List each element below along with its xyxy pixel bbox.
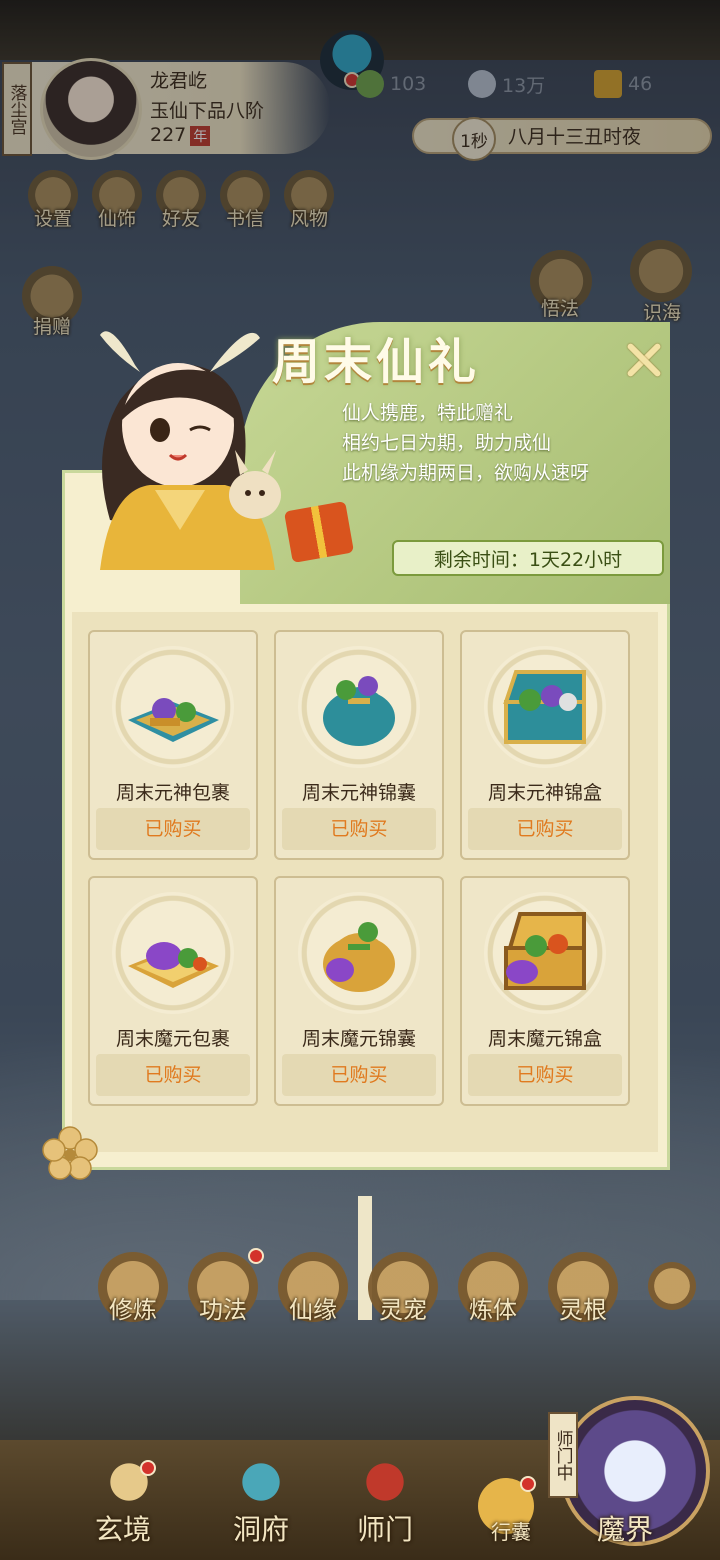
cave-dwelling-icon xyxy=(226,1452,296,1512)
popup-desc-line-2: 相约七日为期，助力成仙 xyxy=(342,432,552,454)
notification-dot xyxy=(520,1476,536,1492)
purchased-button[interactable]: 已购买 xyxy=(96,1054,250,1096)
purchased-button[interactable]: 已购买 xyxy=(96,808,250,850)
gift-card[interactable]: 周末元神锦囊 已购买 xyxy=(274,630,444,860)
body-refining-label: 炼体 xyxy=(469,1296,517,1324)
sect-icon xyxy=(350,1452,420,1512)
remaining-time-badge: 剩余时间： 1天22小时 xyxy=(392,540,664,576)
tab-demon-realm[interactable]: 魔界 xyxy=(570,1508,680,1548)
soul-parcel-icon xyxy=(128,698,219,742)
gift-box-icon xyxy=(283,501,355,563)
popup-title: 周末仙礼 xyxy=(272,334,481,390)
demon-parcel-icon xyxy=(128,942,219,988)
close-icon[interactable] xyxy=(622,338,666,382)
plum-blossom-icon xyxy=(42,1126,98,1180)
item-name: 周末魔元包裹 xyxy=(115,1028,230,1050)
purchased-button[interactable]: 已购买 xyxy=(282,1054,436,1096)
item-name: 周末魔元锦盒 xyxy=(487,1028,602,1050)
popup-desc-line-1: 仙人携鹿，特此赠礼 xyxy=(342,402,514,424)
gift-card[interactable]: 周末魔元包裹 已购买 xyxy=(88,876,258,1106)
purchased-button[interactable]: 已购买 xyxy=(468,1054,622,1096)
remaining-time-label: 剩余时间： xyxy=(433,548,529,571)
soul-pouch-icon xyxy=(323,676,395,746)
item-name: 周末元神锦囊 xyxy=(301,782,416,804)
cultivation-label: 修炼 xyxy=(109,1296,157,1324)
gift-card[interactable]: 周末元神锦盒 已购买 xyxy=(460,630,630,860)
notification-dot xyxy=(248,1248,264,1264)
more-options-button[interactable] xyxy=(648,1262,696,1310)
tab-sect[interactable]: 师门 xyxy=(330,1508,440,1548)
popup-desc-line-3: 此机缘为期两日，欲购从速呀 xyxy=(342,462,590,484)
item-name: 周末元神锦盒 xyxy=(487,782,602,804)
spirit-pet-label: 灵宠 xyxy=(379,1296,427,1324)
sect-status-tag: 师门中 xyxy=(548,1412,578,1498)
gift-card[interactable]: 周末魔元锦囊 已购买 xyxy=(274,876,444,1106)
purchased-button[interactable]: 已购买 xyxy=(468,808,622,850)
tab-inventory[interactable]: 行囊 xyxy=(456,1516,566,1545)
demon-chest-icon xyxy=(504,912,586,990)
tab-mystic-realm[interactable]: 玄境 xyxy=(68,1508,178,1548)
notification-dot xyxy=(140,1460,156,1476)
gift-card[interactable]: 周末魔元锦盒 已购买 xyxy=(460,876,630,1106)
mystic-realm-icon xyxy=(94,1452,164,1512)
remaining-time-value: 1天22小时 xyxy=(528,548,623,571)
spirit-root-label: 灵根 xyxy=(559,1296,607,1324)
gift-card[interactable]: 周末元神包裹 已购买 xyxy=(88,630,258,860)
demon-pouch-icon xyxy=(323,922,395,992)
item-name: 周末元神包裹 xyxy=(115,782,230,804)
item-name: 周末魔元锦囊 xyxy=(301,1028,416,1050)
tab-cave-dwelling[interactable]: 洞府 xyxy=(206,1508,316,1548)
soul-chest-icon xyxy=(503,670,586,744)
fate-label: 仙缘 xyxy=(289,1296,337,1324)
purchased-button[interactable]: 已购买 xyxy=(282,808,436,850)
technique-label: 功法 xyxy=(199,1296,247,1324)
